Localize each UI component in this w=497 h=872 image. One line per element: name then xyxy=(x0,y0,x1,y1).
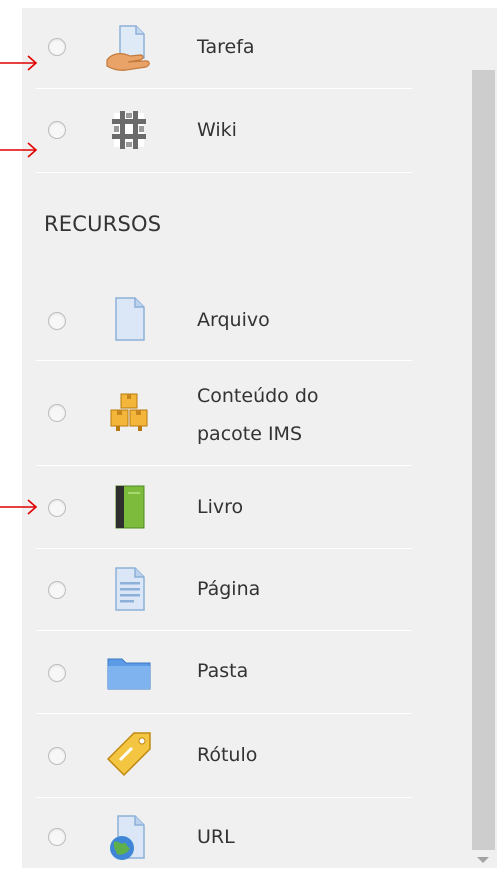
option-label: Rótulo xyxy=(197,744,258,766)
option-pasta[interactable]: Pasta xyxy=(22,638,450,706)
annotation-arrow-icon xyxy=(0,499,38,515)
option-label-line1: Conteúdo do xyxy=(197,385,319,407)
page-icon xyxy=(104,564,154,614)
divider xyxy=(36,548,412,549)
divider xyxy=(36,797,412,798)
option-livro[interactable]: Livro xyxy=(22,474,450,542)
divider xyxy=(36,172,412,173)
radio-ims-package[interactable] xyxy=(48,404,66,422)
book-icon xyxy=(104,482,154,532)
divider xyxy=(36,713,412,714)
option-label: Livro xyxy=(197,496,244,518)
file-icon xyxy=(104,294,154,344)
annotation-arrow-icon xyxy=(0,142,38,158)
option-label: Pasta xyxy=(197,660,249,682)
option-label: Wiki xyxy=(197,119,237,141)
radio-livro[interactable] xyxy=(48,499,66,517)
ims-package-icon xyxy=(104,388,154,438)
radio-rotulo[interactable] xyxy=(48,747,66,765)
assignment-icon xyxy=(104,22,154,72)
section-title-resources: RECURSOS xyxy=(44,212,162,236)
option-label: URL xyxy=(197,826,235,848)
option-ims-package[interactable]: Conteúdo do pacote IMS xyxy=(22,372,450,458)
option-label-line2: pacote IMS xyxy=(197,423,303,445)
option-wiki[interactable]: Wiki xyxy=(22,100,450,162)
folder-icon xyxy=(104,647,154,697)
radio-url[interactable] xyxy=(48,828,66,846)
scroll-down-arrow-icon[interactable] xyxy=(477,857,489,863)
vertical-scrollbar[interactable] xyxy=(470,8,497,868)
radio-tarefa[interactable] xyxy=(48,38,66,56)
radio-wiki[interactable] xyxy=(48,121,66,139)
radio-pagina[interactable] xyxy=(48,581,66,599)
wiki-icon xyxy=(104,105,154,155)
option-arquivo[interactable]: Arquivo xyxy=(22,288,450,354)
divider xyxy=(36,630,412,631)
divider xyxy=(36,88,412,89)
option-label: Arquivo xyxy=(197,309,270,331)
divider xyxy=(36,465,412,466)
label-tag-icon xyxy=(104,730,154,780)
option-label: Tarefa xyxy=(197,36,255,58)
option-pagina[interactable]: Página xyxy=(22,556,450,624)
option-rotulo[interactable]: Rótulo xyxy=(22,722,450,790)
option-url[interactable]: URL xyxy=(22,804,450,870)
radio-pasta[interactable] xyxy=(48,664,66,682)
radio-arquivo[interactable] xyxy=(48,312,66,330)
scrollbar-thumb[interactable] xyxy=(472,70,495,850)
divider xyxy=(36,360,412,361)
url-icon xyxy=(104,812,154,862)
option-tarefa[interactable]: Tarefa xyxy=(22,18,450,78)
option-label: Página xyxy=(197,578,261,600)
annotation-arrow-icon xyxy=(0,55,38,71)
